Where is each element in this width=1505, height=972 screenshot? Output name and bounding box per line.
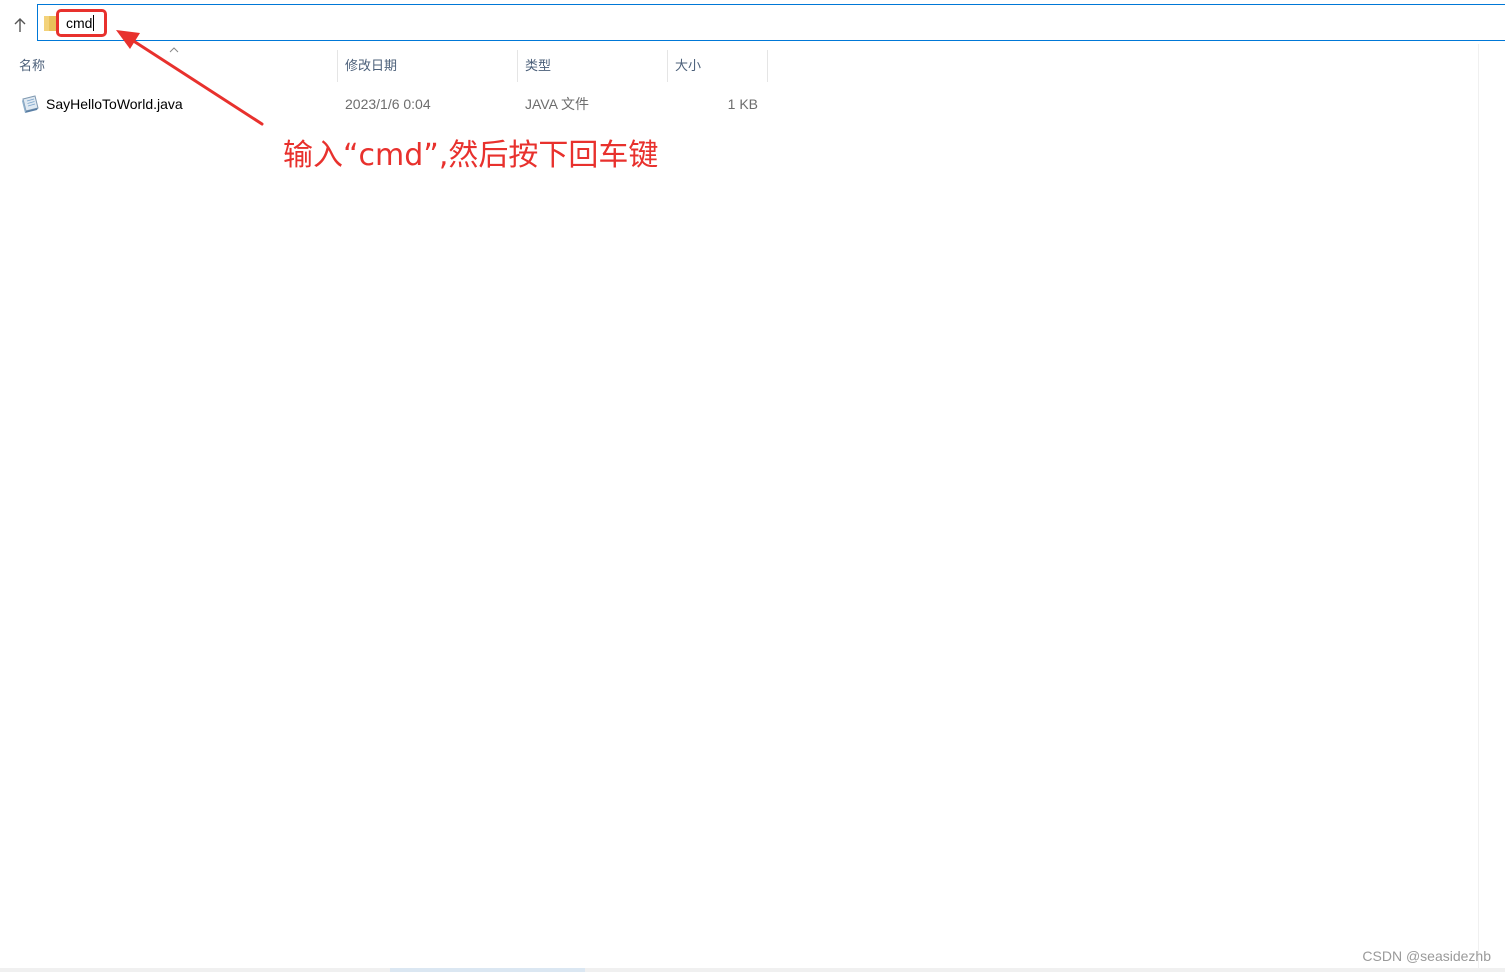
column-header-size[interactable]: 大小	[675, 52, 767, 82]
column-header-size-label: 大小	[675, 58, 702, 73]
file-list-row[interactable]: SayHelloToWorld.java 2023/1/6 0:04 JAVA …	[14, 90, 766, 118]
column-divider[interactable]	[767, 50, 768, 82]
address-bar[interactable]: cmd	[37, 4, 1505, 41]
arrow-up-icon	[14, 18, 26, 32]
column-divider[interactable]	[337, 50, 338, 82]
annotation-instruction-text: 输入“cmd”,然后按下回车键	[283, 138, 659, 173]
java-file-icon	[22, 95, 39, 113]
watermark: CSDN @seasidezhb	[1362, 948, 1491, 964]
annotation-arrow-overlay	[116, 30, 264, 126]
file-modified-date: 2023/1/6 0:04	[345, 96, 431, 112]
column-header-type-label: 类型	[525, 58, 552, 73]
column-header-type[interactable]: 类型	[525, 52, 667, 82]
column-header-name-label: 名称	[19, 58, 46, 73]
file-explorer-window: cmd 名称 修改日期 类型 大小 SayHelloToWorld.java 2…	[0, 0, 1505, 972]
file-size: 1 KB	[727, 96, 758, 112]
folder-icon	[44, 16, 56, 31]
annotation-highlight-box	[56, 9, 107, 37]
scroll-edge	[1478, 44, 1479, 968]
bottom-scrollbar-thumb[interactable]	[390, 968, 585, 972]
column-header-modified[interactable]: 修改日期	[345, 52, 517, 82]
bottom-scrollbar-track[interactable]	[0, 968, 1505, 972]
column-header-modified-label: 修改日期	[345, 58, 398, 73]
file-type: JAVA 文件	[525, 96, 590, 112]
column-divider[interactable]	[667, 50, 668, 82]
column-divider[interactable]	[517, 50, 518, 82]
column-header-name[interactable]: 名称	[19, 52, 337, 82]
up-button[interactable]	[10, 14, 30, 36]
file-name: SayHelloToWorld.java	[46, 96, 183, 112]
